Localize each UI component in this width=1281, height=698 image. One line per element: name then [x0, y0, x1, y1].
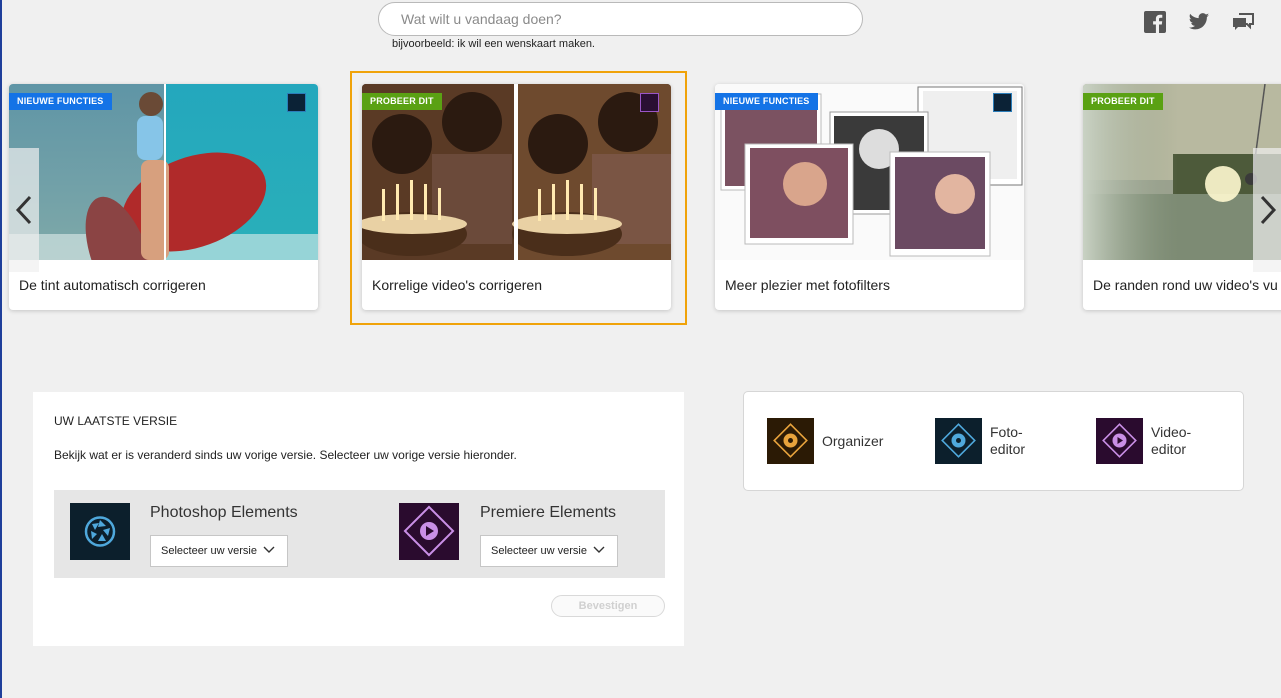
feature-carousel: NIEUWE FUNCTIES De tint automatisch corr…	[2, 70, 1281, 330]
carousel-next-button[interactable]	[1253, 148, 1281, 272]
launch-video-editor[interactable]: Video- editor	[1096, 418, 1216, 465]
premiere-elements-icon	[640, 93, 659, 112]
card-badge: NIEUWE FUNCTIES	[715, 93, 818, 110]
card-badge: PROBEER DIT	[362, 93, 442, 110]
app-launcher: Organizer Foto- editor Video- editor	[743, 391, 1244, 491]
feature-card[interactable]: NIEUWE FUNCTIES Meer plezier met fotofil…	[715, 84, 1024, 310]
feedback-icon[interactable]	[1232, 11, 1254, 33]
launch-label: Video- editor	[1151, 424, 1192, 457]
card-caption: Meer plezier met fotofilters	[725, 277, 890, 293]
card-caption: De randen rond uw video's vu	[1093, 277, 1278, 293]
product-name: Photoshop Elements	[150, 504, 298, 521]
chevron-down-icon	[593, 546, 605, 553]
latest-version-panel: UW LAATSTE VERSIE Bekijk wat er is veran…	[33, 392, 684, 646]
carousel-prev-button[interactable]	[9, 148, 39, 272]
feature-card[interactable]: PROBEER DIT Korrelige video's corrigeren	[362, 84, 671, 310]
video-editor-icon	[1096, 418, 1143, 464]
confirm-button[interactable]: Bevestigen	[551, 595, 665, 617]
photoshop-elements-icon	[993, 93, 1012, 112]
card-caption: Korrelige video's corrigeren	[372, 277, 542, 293]
card-caption: De tint automatisch corrigeren	[19, 277, 206, 293]
chevron-left-icon	[15, 195, 32, 225]
photoshop-elements-icon	[287, 93, 306, 112]
launch-label: Organizer	[822, 433, 884, 449]
card-thumbnail	[9, 84, 318, 260]
organizer-icon	[767, 418, 814, 464]
panel-title: UW LAATSTE VERSIE	[54, 414, 178, 428]
premiere-elements-icon	[399, 503, 459, 560]
feature-card[interactable]: NIEUWE FUNCTIES De tint automatisch corr…	[9, 84, 318, 310]
launch-label: Foto- editor	[990, 424, 1026, 457]
card-badge: PROBEER DIT	[1083, 93, 1163, 110]
card-thumbnail	[362, 84, 671, 260]
card-thumbnail	[1083, 84, 1281, 260]
photoshop-version-select[interactable]: Selecteer uw versie	[150, 535, 288, 567]
chevron-down-icon	[263, 546, 275, 553]
feature-card[interactable]: PROBEER DIT De randen rond uw video's vu	[1083, 84, 1281, 310]
panel-description: Bekijk wat er is veranderd sinds uw vori…	[54, 448, 517, 462]
search-input[interactable]	[378, 2, 863, 36]
twitter-icon[interactable]	[1188, 11, 1210, 33]
launch-photo-editor[interactable]: Foto- editor	[935, 418, 1045, 465]
photo-editor-icon	[935, 418, 982, 464]
product-name: Premiere Elements	[480, 504, 617, 521]
premiere-version-select[interactable]: Selecteer uw versie	[480, 535, 618, 567]
facebook-icon[interactable]	[1144, 11, 1166, 33]
search-hint: bijvoorbeeld: ik wil een wenskaart maken…	[392, 38, 595, 50]
launch-organizer[interactable]: Organizer	[767, 418, 897, 465]
card-thumbnail	[715, 84, 1024, 260]
card-badge: NIEUWE FUNCTIES	[9, 93, 112, 110]
chevron-right-icon	[1260, 195, 1277, 225]
photoshop-elements-icon	[70, 503, 130, 560]
product-version-row: Photoshop Elements Selecteer uw versie P…	[54, 490, 665, 578]
